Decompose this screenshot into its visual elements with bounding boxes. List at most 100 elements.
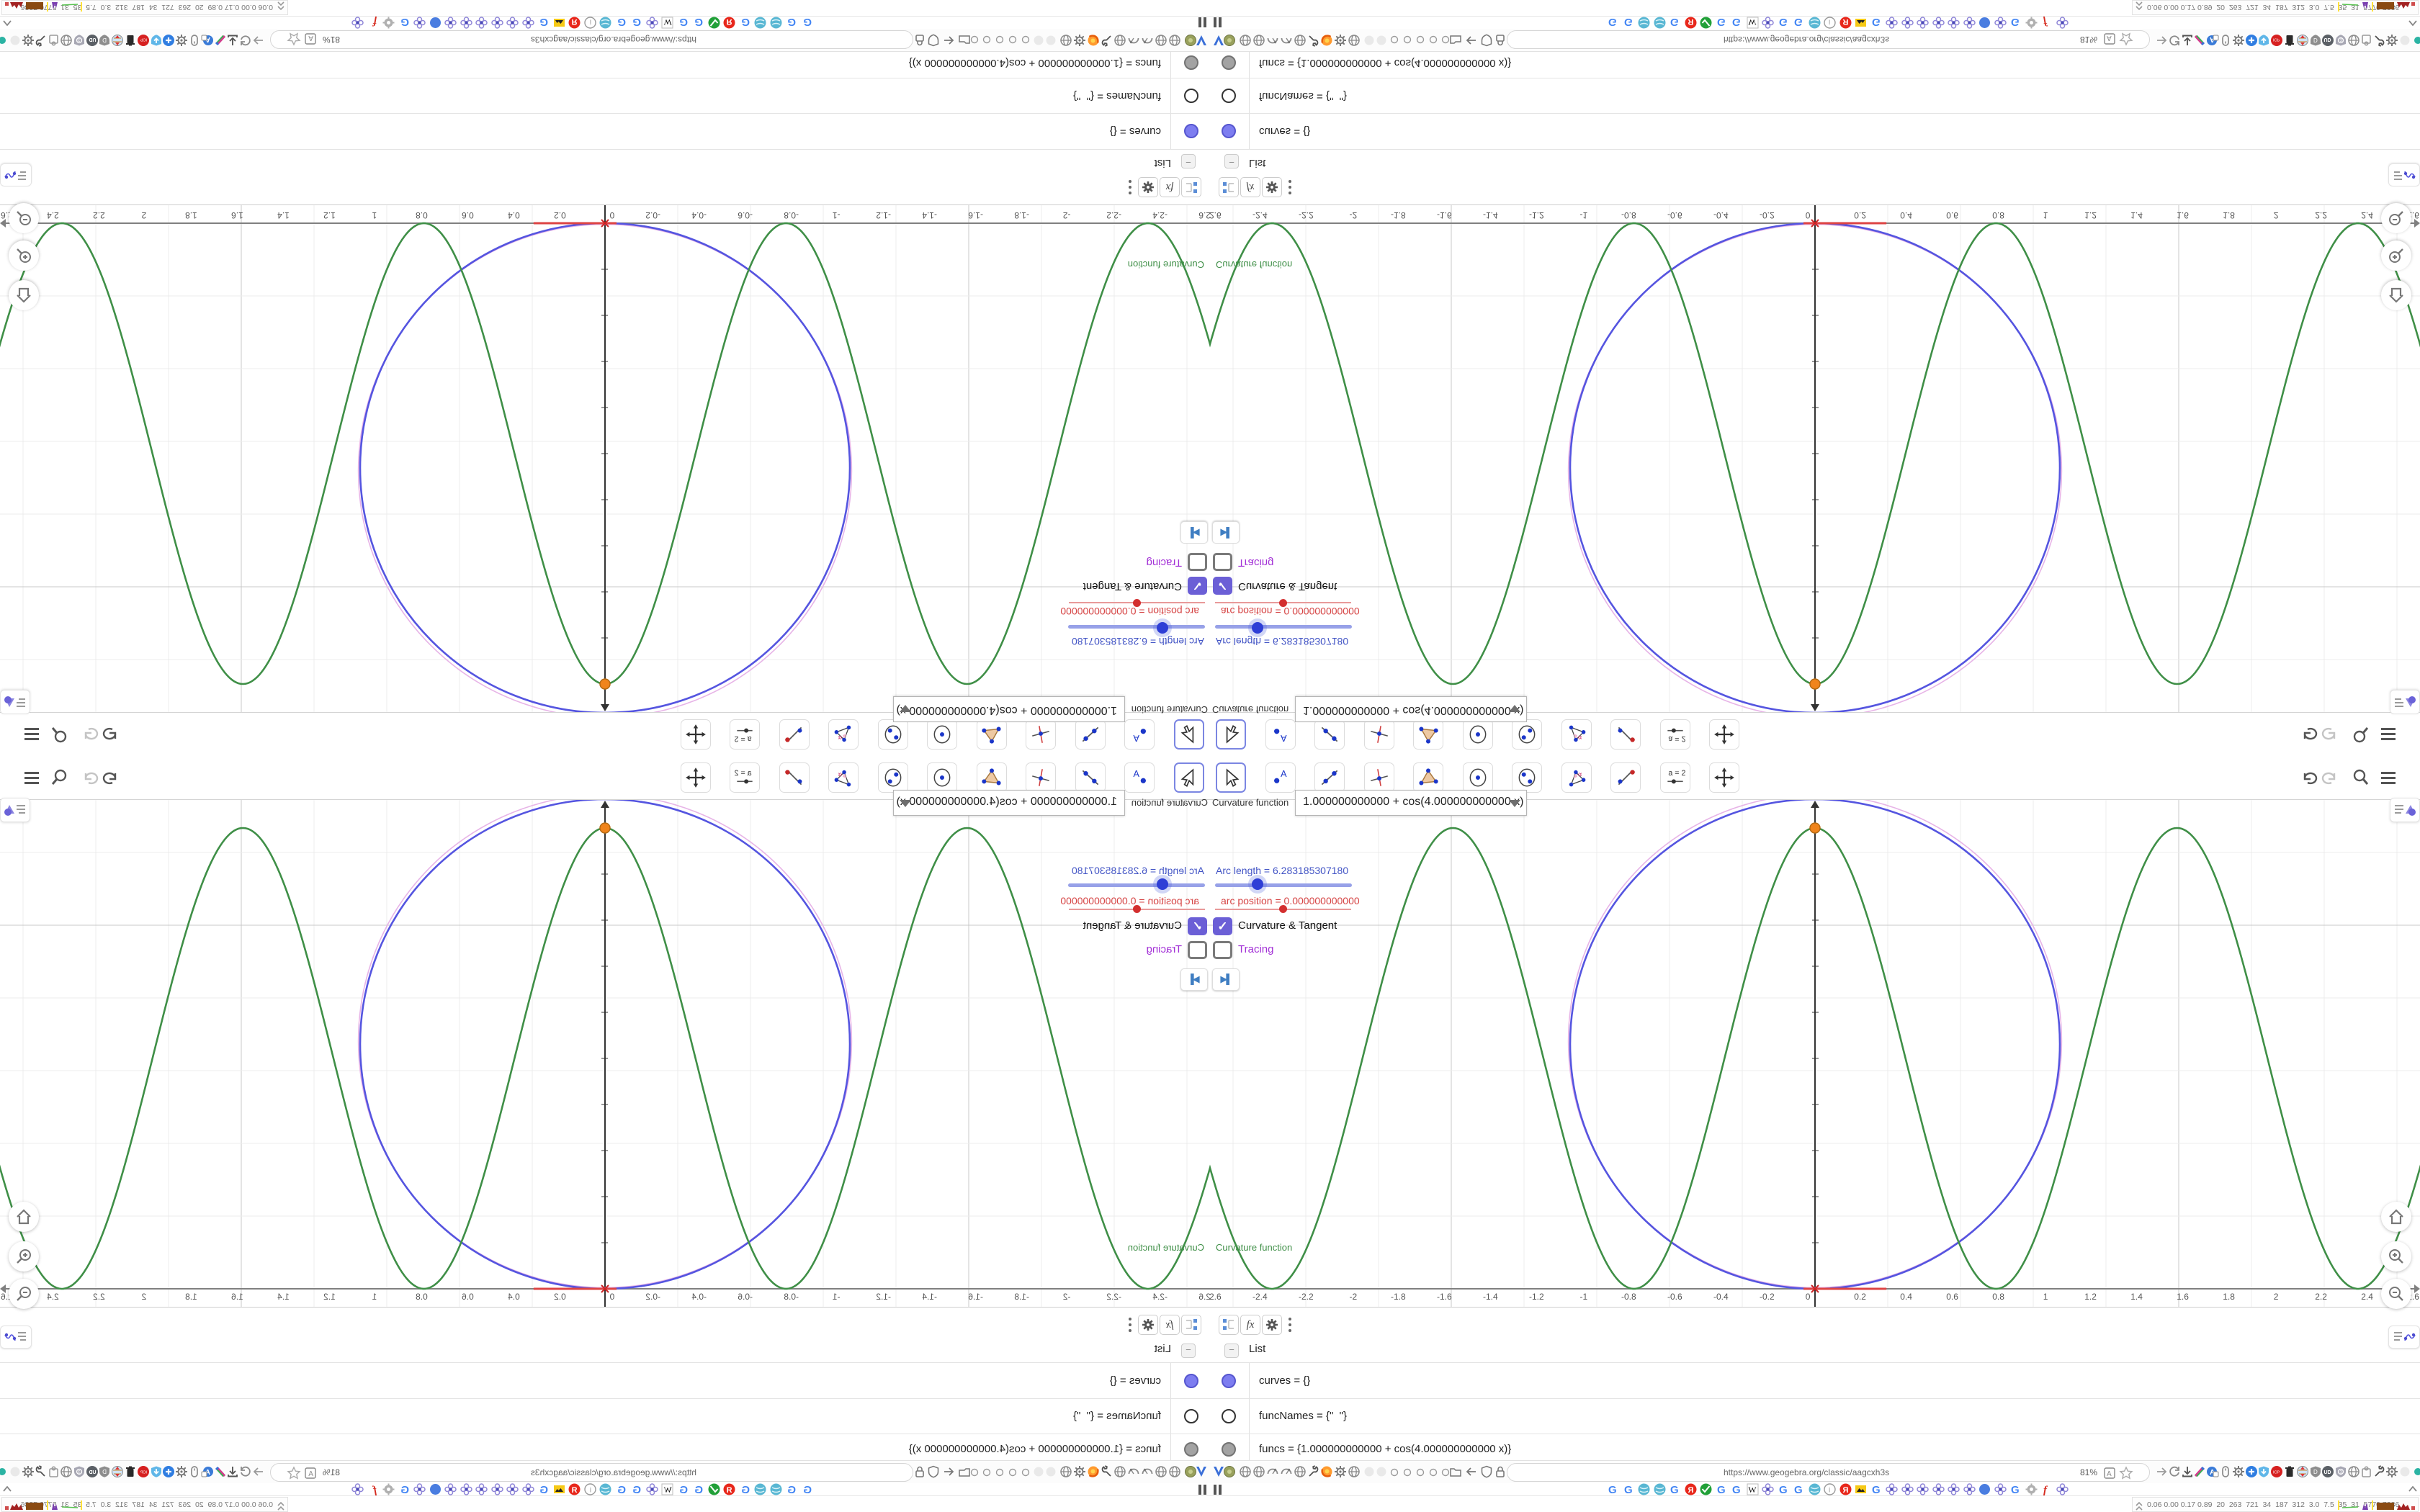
tracing-checkbox[interactable] (1213, 553, 1232, 571)
zoom-out-button[interactable] (9, 1279, 39, 1309)
acircle-icon[interactable]: A (2206, 34, 2219, 47)
gear-icon[interactable] (2385, 1465, 2398, 1478)
algebra-row-funcs[interactable]: funcs = {1.000000000000 + cos(4.00000000… (1210, 1434, 2420, 1462)
favicon-G[interactable]: G (1669, 16, 1681, 29)
favicon-flower[interactable] (444, 17, 457, 29)
favicon-W[interactable]: W (662, 17, 674, 29)
tool-circle-button[interactable] (1462, 719, 1493, 750)
plus-icon[interactable] (2245, 34, 2258, 47)
algebra-row-funcs[interactable]: funcs = {1.000000000000 + cos(4.00000000… (0, 1434, 1210, 1462)
lock-icon[interactable] (1494, 1465, 1507, 1478)
hamburger-menu-icon[interactable] (20, 768, 42, 789)
fwd-icon[interactable] (2155, 34, 2168, 47)
tool-perpendicular-button[interactable] (1363, 719, 1394, 750)
tool-move-graphics-button[interactable] (681, 719, 711, 750)
download-icon[interactable] (2181, 1465, 2194, 1478)
pencil-icon[interactable] (214, 1465, 227, 1478)
favicon-G[interactable]: G (801, 1483, 813, 1496)
tool-circle-button[interactable] (1462, 762, 1493, 793)
favicon-flower[interactable] (1886, 17, 1898, 29)
favicon-G[interactable]: G (1870, 1483, 1883, 1496)
back-icon[interactable] (1465, 34, 1478, 47)
globe-icon[interactable] (1252, 34, 1265, 47)
arc-length-slider[interactable] (1068, 625, 1205, 629)
ud-icon[interactable]: UD (86, 34, 99, 47)
favicon-photo[interactable] (553, 1483, 565, 1495)
tool-line-button[interactable] (1075, 719, 1106, 750)
favicon-teal[interactable] (1809, 1483, 1821, 1495)
favicon-G[interactable]: G (538, 1483, 550, 1496)
tool-move-button[interactable] (1216, 719, 1246, 750)
shielddl-icon[interactable] (150, 1465, 163, 1478)
algebra-row-funcnames[interactable]: funcNames = {" "} (0, 1398, 1210, 1434)
graphics-stylebar-button[interactable] (2390, 798, 2420, 822)
bookmarks-overflow-chevron-icon[interactable] (2, 1484, 12, 1494)
favicon-flower[interactable] (522, 17, 534, 29)
favicon-G[interactable]: G (1716, 1483, 1728, 1496)
firefox-icon[interactable] (1320, 1465, 1333, 1478)
favicon-flower[interactable] (351, 1483, 364, 1495)
gauge-icon[interactable] (1127, 34, 1140, 47)
tool-reflect-button[interactable] (1610, 719, 1641, 750)
favicon-G[interactable]: G (1793, 1483, 1805, 1496)
favicon-flower[interactable] (522, 1483, 534, 1495)
favicon-flower[interactable] (460, 17, 472, 29)
ghost-icon[interactable] (2398, 1465, 2411, 1478)
undo-button[interactable] (2299, 723, 2321, 744)
favicon-info[interactable]: i (584, 1483, 596, 1495)
function-dropdown[interactable]: 1.000000000000 + cos(4.000000000000 x) (893, 790, 1125, 816)
list-group-row[interactable]: − List (1210, 150, 2420, 171)
ghost-icon[interactable] (9, 1465, 22, 1478)
favicon-teal[interactable] (1809, 17, 1821, 29)
trash-icon[interactable] (2283, 1465, 2296, 1478)
search-icon[interactable] (2351, 723, 2372, 744)
firefox-icon[interactable] (1087, 34, 1100, 47)
tool-perpendicular-button[interactable] (1026, 762, 1057, 793)
favicon-teal[interactable] (1638, 1483, 1650, 1495)
hamburger-menu-icon[interactable] (2378, 768, 2400, 789)
algebra-row-curves[interactable]: curves = {} (0, 113, 1210, 150)
function-dropdown[interactable]: 1.000000000000 + cos(4.000000000000 x) (1295, 790, 1527, 816)
tool-polygon-button[interactable] (977, 762, 1007, 793)
reload-icon[interactable] (2168, 34, 2181, 47)
algebra-row-funcs[interactable]: funcs = {1.000000000000 + cos(4.00000000… (0, 50, 1210, 78)
favicon-G[interactable]: G (398, 16, 411, 29)
favicon-blue[interactable] (1978, 17, 1991, 29)
tool-point-button[interactable]: A (1124, 762, 1155, 793)
graphics-view[interactable]: Curvature function (0, 793, 1210, 1309)
folder-icon[interactable] (958, 1465, 971, 1478)
url-field[interactable]: https://www.geogebra.org/classic/aagcxh3… (270, 30, 913, 49)
favicon-flower[interactable] (2056, 17, 2069, 29)
globe-icon[interactable] (60, 34, 73, 47)
puzzle-icon[interactable] (47, 34, 60, 47)
ghost-icon[interactable] (1044, 34, 1057, 47)
globe-icon[interactable] (1059, 1465, 1072, 1478)
wrench-icon[interactable] (1100, 1465, 1113, 1478)
firefox-icon[interactable] (1320, 34, 1333, 47)
favicon-YA[interactable]: Я (724, 1483, 736, 1495)
expand-chevrons-icon[interactable] (274, 1500, 286, 1511)
favicon-W[interactable]: W (1747, 1483, 1759, 1495)
undo-button[interactable] (2299, 768, 2321, 789)
favicon-YA[interactable]: Я (569, 1483, 581, 1495)
tree-view-button[interactable] (1219, 1315, 1239, 1335)
globe-icon[interactable] (2347, 1465, 2360, 1478)
visibility-toggle-funcs[interactable] (1184, 55, 1198, 70)
curvature-tangent-checkbox[interactable]: ✓ (1188, 577, 1207, 595)
favicon-flower[interactable] (1901, 1483, 1914, 1495)
globe-icon[interactable] (1113, 1465, 1126, 1478)
tool-reflect-button[interactable] (779, 762, 810, 793)
oval-icon[interactable] (2219, 34, 2232, 47)
olive-icon[interactable] (1184, 34, 1197, 47)
favicon-G[interactable]: G (615, 1483, 627, 1496)
visibility-toggle-curves[interactable] (1184, 124, 1198, 138)
trash-icon[interactable] (124, 1465, 137, 1478)
search-icon[interactable] (48, 768, 69, 789)
reddot-icon[interactable]: ICP (137, 34, 150, 47)
kebab-menu-icon[interactable] (1128, 179, 1132, 196)
home-button[interactable] (2381, 1202, 2411, 1232)
arc-length-slider-knob[interactable] (1157, 878, 1168, 890)
tool-move-graphics-button[interactable] (1709, 719, 1739, 750)
gauge-icon[interactable] (1266, 1465, 1279, 1478)
url-field[interactable]: https://www.geogebra.org/classic/aagcxh3… (270, 1463, 913, 1482)
